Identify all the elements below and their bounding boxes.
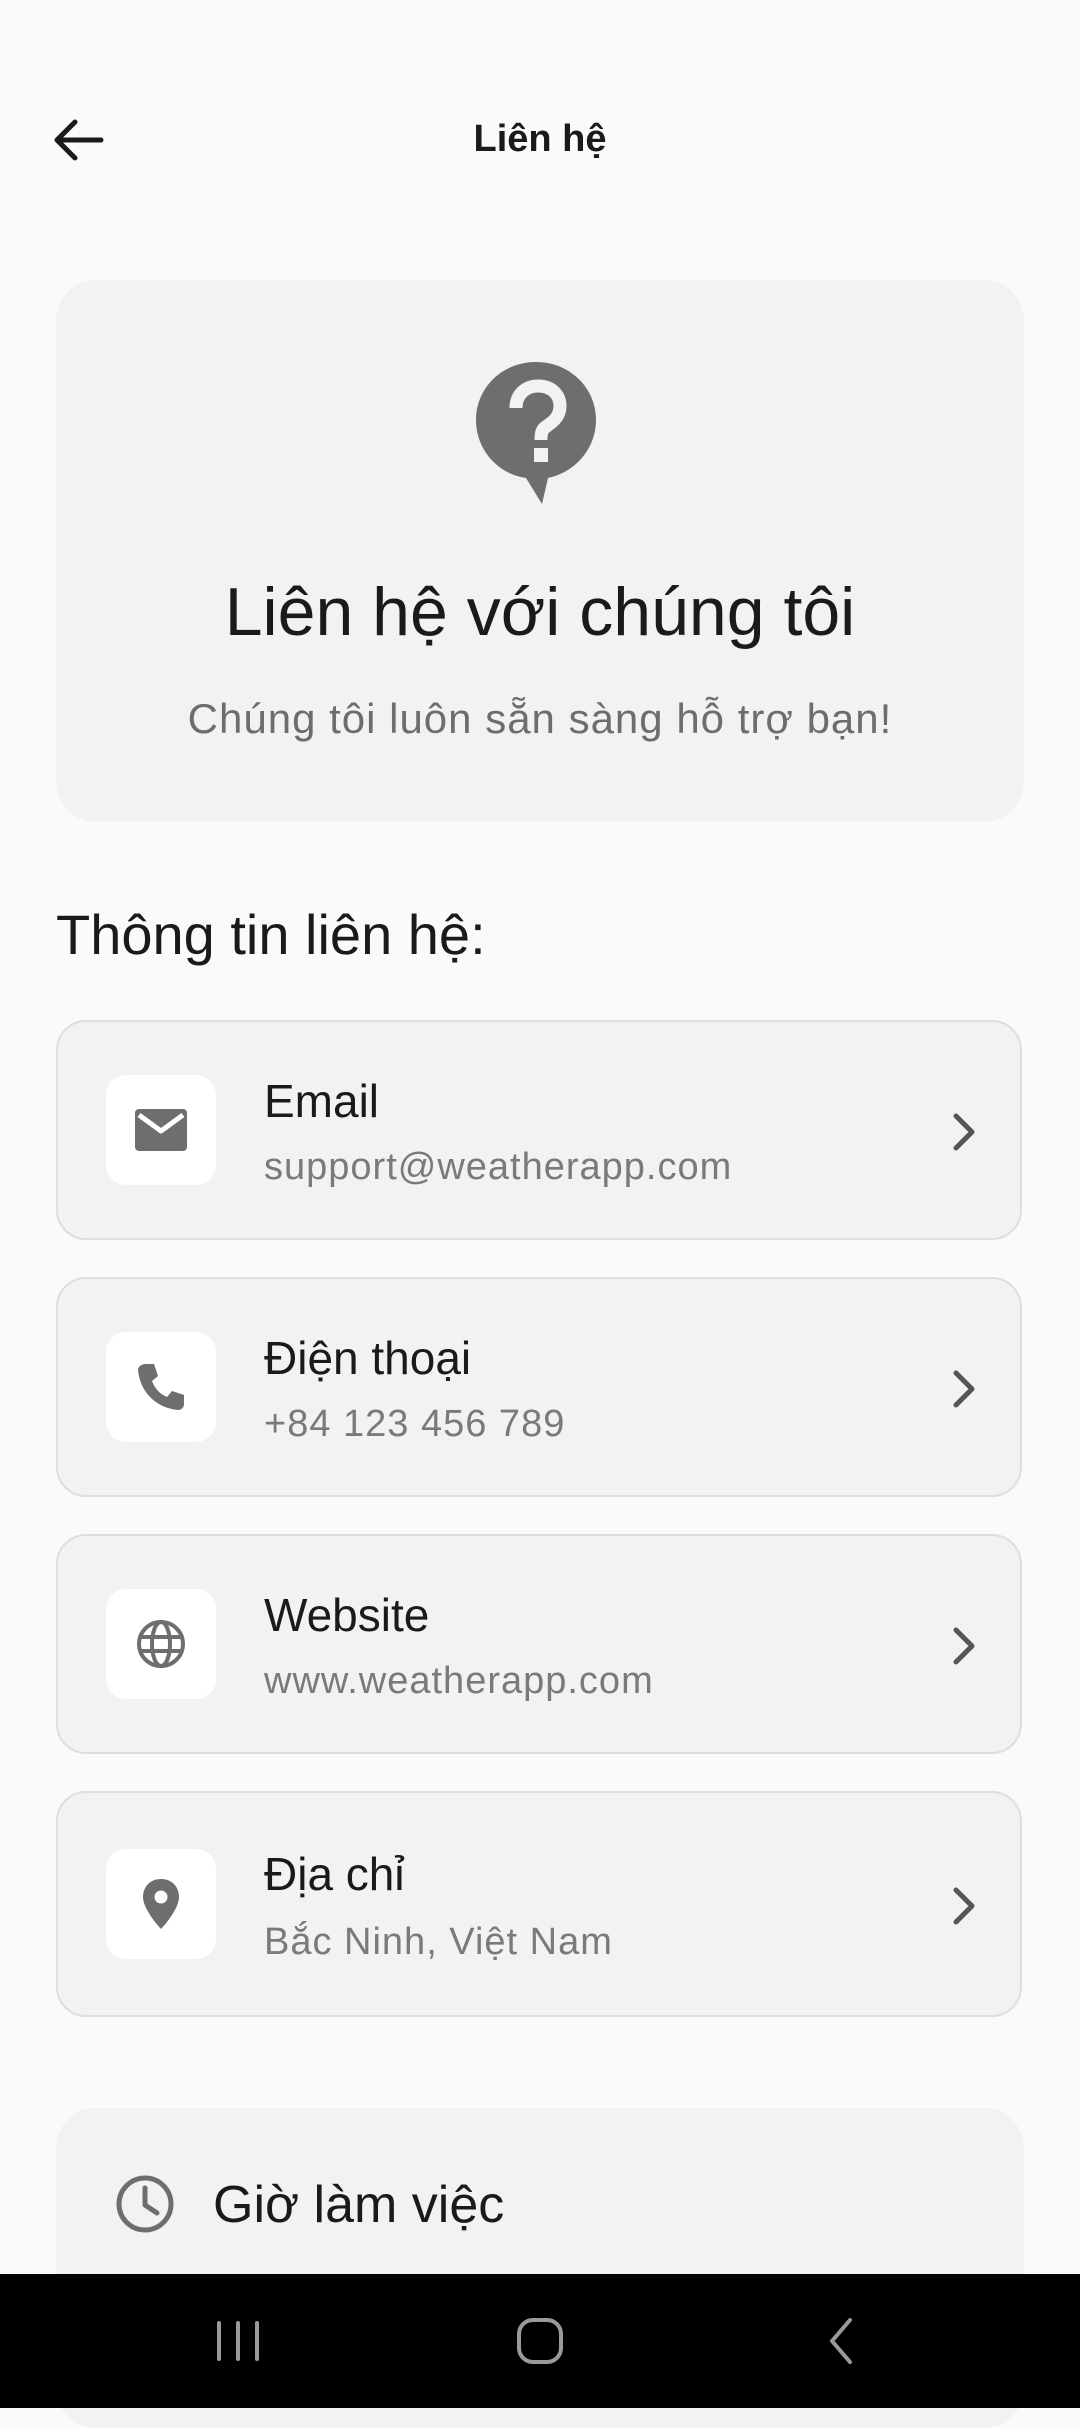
chevron-right-icon <box>953 1887 975 1925</box>
page-title: Liên hệ <box>473 118 607 160</box>
card-title: Điện thoại <box>264 1332 472 1384</box>
contact-card-address[interactable]: Địa chỉ Bắc Ninh, Việt Nam <box>56 1791 1022 2017</box>
hero-title: Liên hệ với chúng tôi <box>224 574 856 650</box>
contact-card-phone[interactable]: Điện thoại +84 123 456 789 <box>56 1277 1022 1497</box>
globe-icon <box>137 1620 185 1668</box>
card-value: www.weatherapp.com <box>264 1660 654 1702</box>
contact-info-heading: Thông tin liên hệ: <box>56 903 486 966</box>
help-bubble-icon <box>476 362 596 504</box>
mail-icon <box>135 1109 187 1151</box>
card-icon-box <box>106 1075 216 1185</box>
app-bar: Liên hệ <box>0 0 1080 290</box>
contact-card-website[interactable]: Website www.weatherapp.com <box>56 1534 1022 1754</box>
recent-apps-icon <box>217 2321 259 2361</box>
location-pin-icon <box>143 1879 179 1929</box>
home-icon <box>517 2318 563 2364</box>
card-icon-box <box>106 1589 216 1699</box>
system-nav-bar <box>0 2274 1080 2408</box>
recent-apps-button[interactable] <box>158 2274 318 2408</box>
chevron-left-icon <box>830 2318 852 2364</box>
card-icon-box <box>106 1332 216 1442</box>
card-title: Địa chỉ <box>264 1848 405 1900</box>
phone-icon <box>138 1364 184 1410</box>
card-icon-box <box>106 1849 216 1959</box>
chevron-right-icon <box>953 1113 975 1151</box>
system-back-button[interactable] <box>762 2274 922 2408</box>
chevron-right-icon <box>953 1370 975 1408</box>
chevron-right-icon <box>953 1627 975 1665</box>
card-value: support@weatherapp.com <box>264 1146 733 1188</box>
working-hours-title: Giờ làm việc <box>213 2176 505 2234</box>
card-value: Bắc Ninh, Việt Nam <box>264 1921 613 1963</box>
hero-subtitle: Chúng tôi luôn sẵn sàng hỗ trợ bạn! <box>187 695 893 742</box>
card-title: Email <box>264 1075 380 1127</box>
home-button[interactable] <box>460 2274 620 2408</box>
card-title: Website <box>264 1589 430 1641</box>
card-value: +84 123 456 789 <box>264 1403 566 1445</box>
contact-card-email[interactable]: Email support@weatherapp.com <box>56 1020 1022 1240</box>
clock-icon <box>116 2175 174 2233</box>
